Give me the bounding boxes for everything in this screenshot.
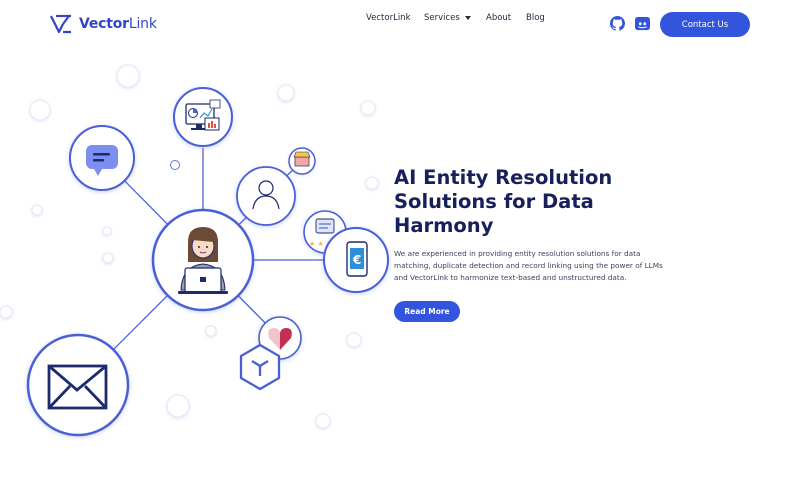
small-node-dot bbox=[170, 160, 180, 170]
hero-section: AI Entity Resolution Solutions for Data … bbox=[394, 166, 684, 322]
email-node bbox=[26, 333, 130, 437]
nav-item-services[interactable]: Services bbox=[424, 13, 471, 23]
chat-node bbox=[69, 125, 135, 191]
site-header: VectorLink VectorLink Services About Blo… bbox=[0, 0, 800, 48]
chevron-down-icon bbox=[464, 16, 471, 20]
nav-item-vectorlink[interactable]: VectorLink bbox=[366, 13, 411, 23]
shop-node bbox=[288, 147, 316, 175]
discord-icon[interactable] bbox=[635, 16, 650, 31]
person-laptop-node bbox=[151, 208, 255, 312]
hero-description: We are experienced in providing entity r… bbox=[394, 249, 663, 282]
mobile-payment-node: € bbox=[323, 227, 389, 293]
github-icon[interactable] bbox=[610, 16, 625, 31]
logo[interactable]: VectorLink bbox=[49, 13, 157, 35]
hero-title: AI Entity Resolution Solutions for Data … bbox=[394, 166, 613, 237]
logo-mark-icon bbox=[50, 14, 71, 34]
network-graphic: ★ ★ ★ € bbox=[0, 64, 389, 437]
read-more-button[interactable]: Read More bbox=[394, 301, 460, 322]
nav-item-blog[interactable]: Blog bbox=[526, 13, 545, 23]
cube-hexagon-node bbox=[239, 343, 281, 391]
dashboard-node bbox=[173, 87, 233, 147]
user-profile-node bbox=[236, 166, 296, 226]
entity-network-illustration: ★ ★ ★ € bbox=[0, 48, 395, 468]
svg-text:€: € bbox=[352, 253, 361, 267]
logo-text: VectorLink bbox=[79, 16, 157, 32]
contact-us-button[interactable]: Contact Us bbox=[660, 12, 750, 37]
nav-item-about[interactable]: About bbox=[486, 13, 511, 23]
